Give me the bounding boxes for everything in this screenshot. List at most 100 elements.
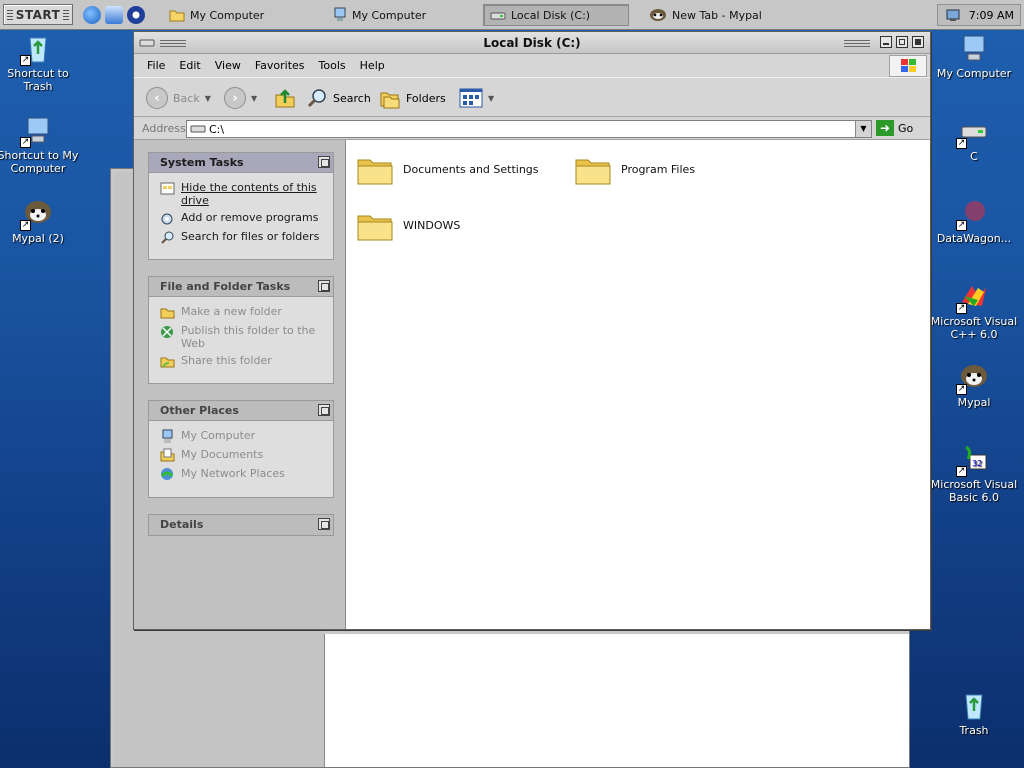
my-computer-icon (334, 7, 346, 21)
folder-icon (357, 215, 393, 241)
share-folder-icon (160, 357, 175, 368)
panel-system-tasks: System Tasks Hide the contents of this d… (148, 152, 334, 260)
shortcut-arrow-icon: ↗ (956, 466, 967, 477)
task-label: Hide the contents of this drive (181, 181, 317, 207)
task-make-new-folder[interactable]: Make a new folder (160, 305, 327, 320)
place-my-computer[interactable]: My Computer (160, 429, 327, 444)
collapse-icon[interactable] (318, 156, 330, 168)
task-add-remove-programs[interactable]: Add or remove programs (160, 211, 327, 226)
task-mypal[interactable]: New Tab - Mypal (643, 4, 803, 26)
menu-help[interactable]: Help (353, 59, 392, 72)
folder-item-program-files[interactable]: Program Files (574, 152, 695, 186)
outlook-express-icon[interactable] (105, 6, 123, 24)
grip-icon (63, 9, 70, 20)
hide-contents-icon (160, 182, 175, 195)
desktop-icon-visual-cpp[interactable]: ↗ Microsoft Visual C++ 6.0 (929, 280, 1019, 341)
internet-explorer-icon[interactable] (83, 6, 101, 24)
folder-item-documents-and-settings[interactable]: Documents and Settings (356, 152, 539, 186)
task-hide-drive-contents[interactable]: Hide the contents of this drive (160, 181, 327, 207)
desktop-icon-mypal-2[interactable]: ↗ Mypal (2) (0, 197, 83, 245)
shortcut-arrow-icon: ↗ (20, 55, 31, 66)
menu-view[interactable]: View (208, 59, 248, 72)
task-pane: System Tasks Hide the contents of this d… (134, 140, 346, 629)
desktop-icon-label: DataWagon... (936, 232, 1012, 245)
back-button[interactable]: ‹ Back ▼ (146, 86, 211, 110)
desktop-icon-label: My Computer (936, 67, 1012, 80)
desktop-icon-shortcut-my-computer[interactable]: ↗ Shortcut to My Computer (0, 114, 83, 175)
start-button[interactable]: START (3, 4, 73, 25)
up-folder-button[interactable] (274, 86, 296, 110)
collapse-icon[interactable] (318, 404, 330, 416)
collapse-icon[interactable] (318, 280, 330, 292)
forward-arrow-icon: › (224, 87, 246, 109)
desktop-icon-c-drive[interactable]: ↗ C (929, 115, 1019, 163)
place-label: My Documents (181, 448, 264, 461)
chevron-down-icon[interactable]: ▼ (205, 94, 211, 103)
shortcut-arrow-icon: ↗ (956, 220, 967, 231)
menu-tools[interactable]: Tools (312, 59, 353, 72)
shortcut-arrow-icon: ↗ (956, 384, 967, 395)
menu-favorites[interactable]: Favorites (248, 59, 312, 72)
chevron-down-icon[interactable]: ▼ (855, 121, 871, 137)
title-bar[interactable]: Local Disk (C:) (134, 32, 930, 54)
desktop-icon-visual-basic[interactable]: 32 ↗ Microsoft Visual Basic 6.0 (929, 443, 1019, 504)
task-local-disk[interactable]: Local Disk (C:) (483, 4, 629, 26)
task-share-folder[interactable]: Share this folder (160, 354, 327, 369)
forward-button[interactable]: › ▼ (224, 86, 257, 110)
place-my-network-places[interactable]: My Network Places (160, 467, 327, 482)
back-label: Back (173, 91, 200, 105)
window-title: Local Disk (C:) (483, 36, 581, 50)
panel-details: Details (148, 514, 334, 536)
desktop-icon-my-computer[interactable]: My Computer (929, 32, 1019, 80)
panel-header[interactable]: File and Folder Tasks (149, 277, 333, 297)
up-folder-icon (275, 89, 295, 108)
desktop-icon-label: Trash (959, 724, 989, 737)
desktop-icon-shortcut-trash[interactable]: ↗ Shortcut to Trash (0, 32, 83, 93)
media-player-icon[interactable] (127, 6, 145, 24)
search-icon (161, 231, 174, 244)
collapse-icon[interactable] (318, 518, 330, 530)
panel-header[interactable]: System Tasks (149, 153, 333, 173)
search-icon (307, 89, 326, 108)
add-remove-programs-icon (161, 213, 173, 225)
task-label: Publish this folder to the Web (181, 324, 316, 350)
chevron-down-icon[interactable]: ▼ (251, 94, 257, 103)
close-button[interactable] (912, 36, 924, 48)
task-publish-web[interactable]: Publish this folder to the Web (160, 324, 327, 350)
network-icon[interactable] (945, 7, 961, 23)
task-my-computer-2[interactable]: My Computer (327, 4, 477, 26)
desktop-icon-trash[interactable]: Trash (929, 689, 1019, 737)
folders-button[interactable]: Folders (379, 86, 446, 110)
folder-icon (575, 159, 611, 185)
go-label: Go (898, 121, 914, 135)
menu-edit[interactable]: Edit (172, 59, 207, 72)
search-button[interactable]: Search (306, 86, 371, 110)
menu-file[interactable]: File (140, 59, 172, 72)
views-button[interactable]: ▼ (459, 86, 494, 110)
views-icon (459, 88, 483, 108)
folder-item-windows[interactable]: WINDOWS (356, 208, 460, 242)
address-input[interactable]: C:\ ▼ (186, 120, 872, 138)
computer-icon (963, 35, 985, 61)
minimize-button[interactable] (880, 36, 892, 48)
panel-header[interactable]: Details (149, 515, 333, 535)
back-arrow-icon: ‹ (146, 87, 168, 109)
my-documents-icon (160, 448, 175, 462)
explorer-window: Local Disk (C:) File Edit View Favorites… (133, 31, 931, 630)
search-label: Search (333, 91, 371, 105)
desktop-icon-datawagon[interactable]: ↗ DataWagon... (929, 197, 1019, 245)
clock[interactable]: 7:09 AM (969, 9, 1014, 22)
shortcut-arrow-icon: ↗ (20, 137, 31, 148)
system-tray: 7:09 AM (937, 4, 1021, 26)
maximize-button[interactable] (896, 36, 908, 48)
grip-icon (6, 9, 13, 20)
network-places-icon (160, 468, 174, 480)
place-my-documents[interactable]: My Documents (160, 448, 327, 463)
task-search-files[interactable]: Search for files or folders (160, 230, 327, 245)
go-button[interactable]: ➜ Go (876, 120, 913, 136)
task-label: Local Disk (C:) (511, 8, 591, 22)
desktop-icon-mypal[interactable]: ↗ Mypal (929, 361, 1019, 409)
chevron-down-icon[interactable]: ▼ (488, 94, 494, 103)
panel-header[interactable]: Other Places (149, 401, 333, 421)
task-my-computer-1[interactable]: My Computer (163, 4, 323, 26)
